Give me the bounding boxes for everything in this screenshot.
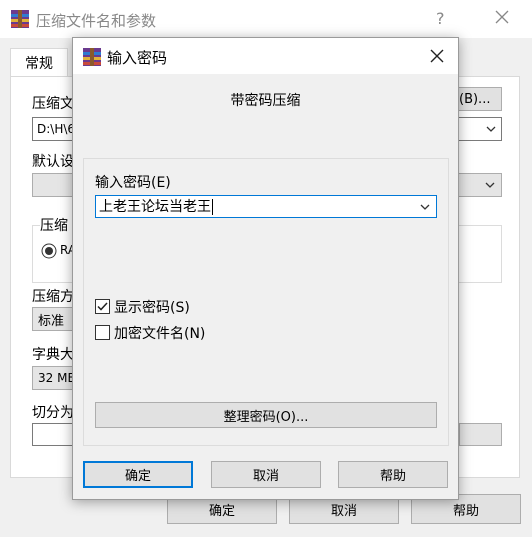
default-settings-label: 默认设 <box>32 154 72 170</box>
chevron-down-icon[interactable] <box>486 124 496 134</box>
tab-general[interactable]: 常规 <box>10 48 68 77</box>
archive-format-label: 压缩 <box>40 215 74 235</box>
chevron-down-icon <box>485 182 495 188</box>
close-icon[interactable] <box>426 45 448 67</box>
show-password-checkbox[interactable] <box>95 299 110 314</box>
browse-button[interactable]: (B)... <box>452 87 502 111</box>
winrar-icon <box>11 10 29 28</box>
cancel-button[interactable]: 取消 <box>211 461 321 488</box>
chevron-down-icon[interactable] <box>420 202 430 212</box>
split-unit-combo[interactable] <box>459 423 502 446</box>
dialog-title: 输入密码 <box>107 49 168 67</box>
help-icon[interactable]: ? <box>436 9 445 28</box>
password-input[interactable]: 上老王论坛当老王 <box>95 195 437 218</box>
help-button[interactable]: 帮助 <box>338 461 448 488</box>
password-label: 输入密码(E) <box>95 175 171 191</box>
split-volumes-field[interactable] <box>32 423 74 446</box>
dictionary-size-combo[interactable]: 32 MB <box>32 366 74 390</box>
archive-name-label: 压缩文 <box>32 96 72 112</box>
ok-button[interactable]: 确定 <box>83 461 193 488</box>
encrypt-filenames-label[interactable]: 加密文件名(N) <box>114 323 205 343</box>
checkmark-icon <box>97 302 108 311</box>
encrypt-filenames-checkbox[interactable] <box>95 325 110 340</box>
close-icon[interactable] <box>494 9 510 25</box>
dictionary-size-label: 字典大 <box>32 347 72 363</box>
radio-selected-icon[interactable] <box>41 243 57 259</box>
dialog-heading: 带密码压缩 <box>230 93 301 109</box>
winrar-icon <box>83 48 101 66</box>
archive-path-value: D:\H\6 <box>37 122 76 136</box>
dictionary-value: 32 MB <box>38 371 74 385</box>
method-value: 标准 <box>38 313 65 329</box>
show-password-label[interactable]: 显示密码(S) <box>114 297 190 317</box>
compression-method-label: 压缩方 <box>32 289 72 305</box>
password-dialog: 输入密码 带密码压缩 输入密码(E) 上老王论坛当老王 显示密码(S) 加密文件… <box>72 37 459 500</box>
compression-method-combo[interactable]: 标准 <box>32 307 74 331</box>
split-volumes-label: 切分为 <box>32 405 72 421</box>
background-window-title: 压缩文件名和参数 <box>36 12 157 30</box>
password-value: 上老王论坛当老王 <box>99 198 213 215</box>
organize-passwords-button[interactable]: 整理密码(O)... <box>95 402 437 428</box>
